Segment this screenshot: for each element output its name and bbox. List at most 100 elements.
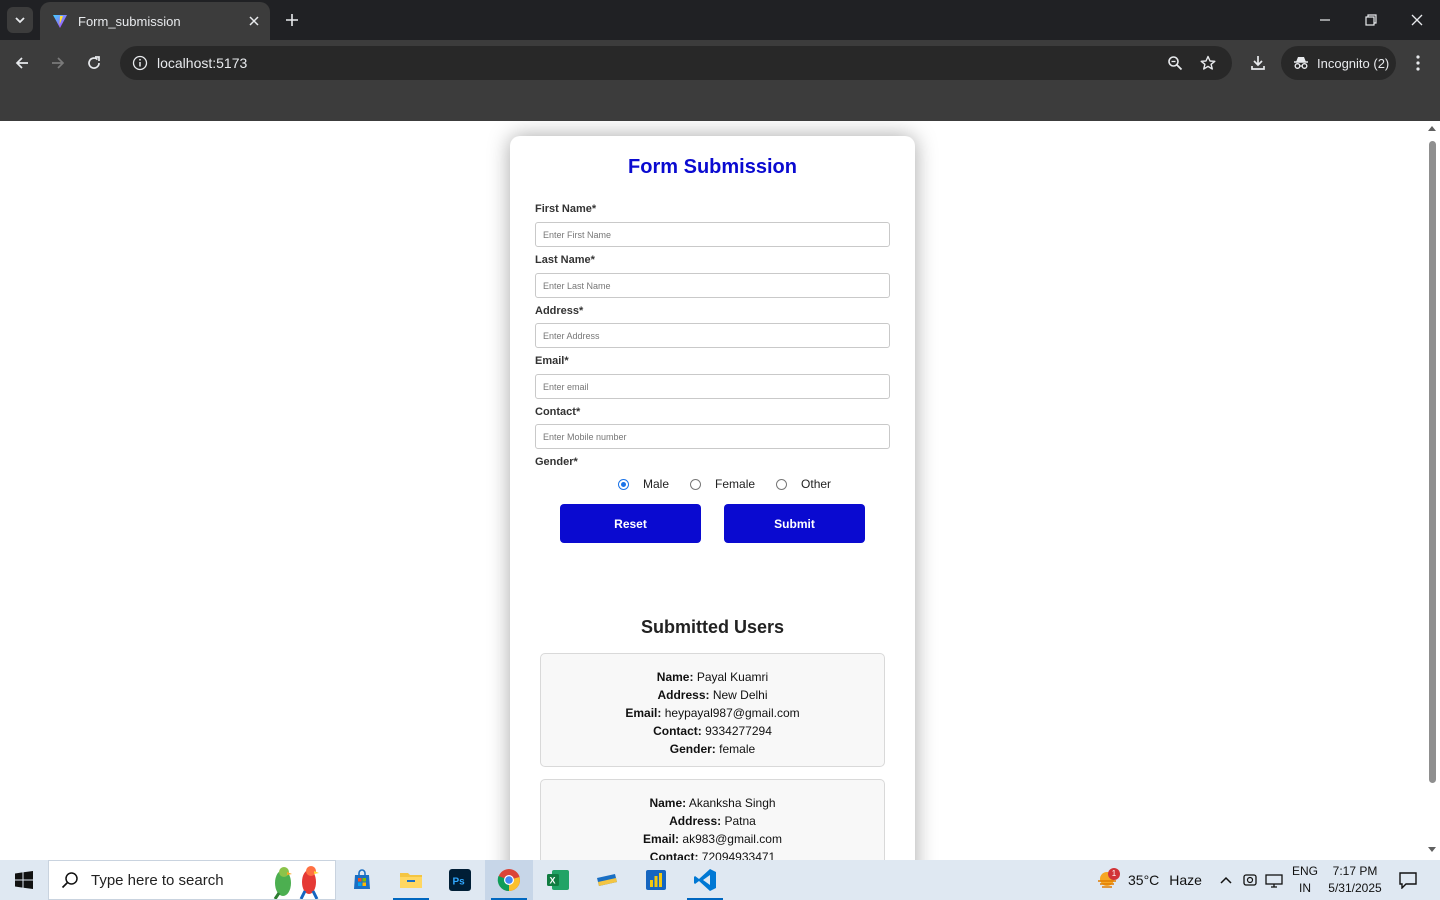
user-name: Payal Kuamri <box>696 670 769 684</box>
reload-button[interactable] <box>80 49 108 77</box>
minimize-icon <box>1320 19 1330 21</box>
arrow-right-icon <box>52 57 65 69</box>
search-placeholder: Type here to search <box>91 871 224 889</box>
taskbar-photoshop-app[interactable]: Ps <box>436 860 484 900</box>
address-bar[interactable]: localhost:5173 <box>120 46 1232 80</box>
user-contact: 9334277294 <box>705 724 772 738</box>
svg-text:Ps: Ps <box>453 877 466 888</box>
first-name-label: First Name* <box>535 203 597 215</box>
contact-label: Contact* <box>535 406 581 418</box>
tab-close-icon[interactable] <box>246 13 262 29</box>
folder-icon <box>400 873 422 888</box>
user-address: Patna <box>724 814 756 828</box>
gender-male-radio[interactable] <box>618 478 629 490</box>
taskbar-sticky-app[interactable] <box>583 860 631 900</box>
download-icon <box>1251 56 1265 70</box>
gender-female-radio[interactable] <box>690 478 702 490</box>
vite-favicon-icon <box>53 15 67 28</box>
start-button[interactable] <box>0 860 48 900</box>
scroll-up-icon[interactable] <box>1428 126 1436 131</box>
taskbar-excel-app[interactable]: X <box>534 860 582 900</box>
search-icon <box>61 872 78 889</box>
zoom-icon[interactable] <box>1163 51 1187 75</box>
browser-menu-button[interactable] <box>1404 49 1432 77</box>
incognito-badge[interactable]: Incognito (2) <box>1281 46 1396 80</box>
system-clock[interactable]: 7:17 PM 5/31/2025 <box>1320 863 1390 897</box>
page-scrollbar[interactable] <box>1425 121 1440 860</box>
chevron-down-icon <box>15 17 25 24</box>
active-tab[interactable]: Form_submission <box>40 2 270 40</box>
chevron-up-icon[interactable] <box>1218 872 1234 888</box>
close-icon <box>1411 14 1423 26</box>
email-input[interactable] <box>535 374 890 399</box>
forward-button[interactable] <box>44 49 72 77</box>
user-address: New Delhi <box>712 688 768 702</box>
address-input[interactable] <box>535 323 890 348</box>
user-email: heypayal987@gmail.com <box>664 706 800 720</box>
notifications-button[interactable] <box>1384 860 1432 900</box>
weather-widget[interactable]: 1 35°C Haze <box>1096 860 1202 900</box>
user-contact-line: Contact: 72094933471 <box>541 848 884 860</box>
back-button[interactable] <box>8 49 36 77</box>
incognito-icon <box>1294 57 1308 69</box>
system-tray <box>1218 860 1283 900</box>
contact-input[interactable] <box>535 424 890 449</box>
close-window-button[interactable] <box>1394 0 1440 40</box>
downloads-button[interactable] <box>1244 49 1272 77</box>
clock-date: 5/31/2025 <box>1328 881 1382 895</box>
gender-male-label: Male <box>643 477 670 491</box>
gender-label: Gender* <box>535 456 578 468</box>
svg-text:X: X <box>550 876 556 886</box>
weather-text: Haze <box>1169 872 1202 888</box>
tab-search-button[interactable] <box>7 7 33 33</box>
form-card: Form Submission First Name* Last Name* A… <box>510 136 915 860</box>
gender-other-radio[interactable] <box>776 478 788 490</box>
taskbar-vscode-app[interactable] <box>681 860 729 900</box>
restore-icon <box>1365 14 1377 26</box>
form-title: Form Submission <box>628 156 797 178</box>
user-card: Name: Payal Kuamri Address: New Delhi Em… <box>540 653 885 767</box>
windows-taskbar: Type here to search Ps X 1 35°C Haze ENG… <box>0 860 1440 900</box>
scroll-down-icon[interactable] <box>1428 847 1436 852</box>
gender-other-label: Other <box>801 477 832 491</box>
user-email-line: Email: ak983@gmail.com <box>643 832 782 846</box>
gender-radio-group: Male Female Other <box>618 477 852 491</box>
tab-strip: Form_submission <box>0 0 1440 40</box>
taskbar-powerbi-app[interactable] <box>632 860 680 900</box>
taskbar-search[interactable]: Type here to search <box>48 860 336 900</box>
notification-icon <box>1399 872 1417 889</box>
first-name-input[interactable] <box>535 222 890 247</box>
minimize-button[interactable] <box>1302 0 1348 40</box>
bookmarks-bar <box>0 86 1440 121</box>
language-bottom: IN <box>1299 881 1311 895</box>
scroll-thumb[interactable] <box>1429 141 1436 783</box>
user-email-line: Email: heypayal987@gmail.com <box>625 706 800 720</box>
photoshop-icon: Ps <box>449 869 471 891</box>
restore-button[interactable] <box>1348 0 1394 40</box>
user-card: Name: Akanksha Singh Address: Patna Emai… <box>540 779 885 860</box>
arrow-left-icon <box>15 57 28 69</box>
language-top: ENG <box>1291 864 1318 878</box>
user-name: Akanksha Singh <box>688 796 776 810</box>
user-address-line: Address: Patna <box>669 814 756 828</box>
last-name-label: Last Name* <box>535 254 595 266</box>
parrots-illustration-icon <box>273 866 319 899</box>
language-indicator[interactable]: ENG IN <box>1288 863 1322 897</box>
taskbar-file-explorer-app[interactable] <box>387 860 435 900</box>
taskbar-store-app[interactable] <box>338 860 386 900</box>
user-contact: 72094933471 <box>701 850 776 860</box>
reset-button[interactable]: Reset <box>560 504 701 543</box>
bookmark-star-icon[interactable] <box>1196 51 1220 75</box>
browser-toolbar: localhost:5173 Incognito (2) <box>0 40 1440 86</box>
meet-camera-icon[interactable] <box>1243 872 1257 888</box>
site-info-icon[interactable] <box>128 51 152 75</box>
network-icon[interactable] <box>1265 872 1283 888</box>
new-tab-button[interactable] <box>280 8 304 32</box>
taskbar-chrome-app[interactable] <box>485 860 533 900</box>
chrome-icon <box>497 869 520 892</box>
plus-icon <box>286 14 298 26</box>
more-vertical-icon <box>1416 55 1420 71</box>
submit-button[interactable]: Submit <box>724 504 865 543</box>
gender-female-label: Female <box>715 477 756 491</box>
last-name-input[interactable] <box>535 273 890 298</box>
